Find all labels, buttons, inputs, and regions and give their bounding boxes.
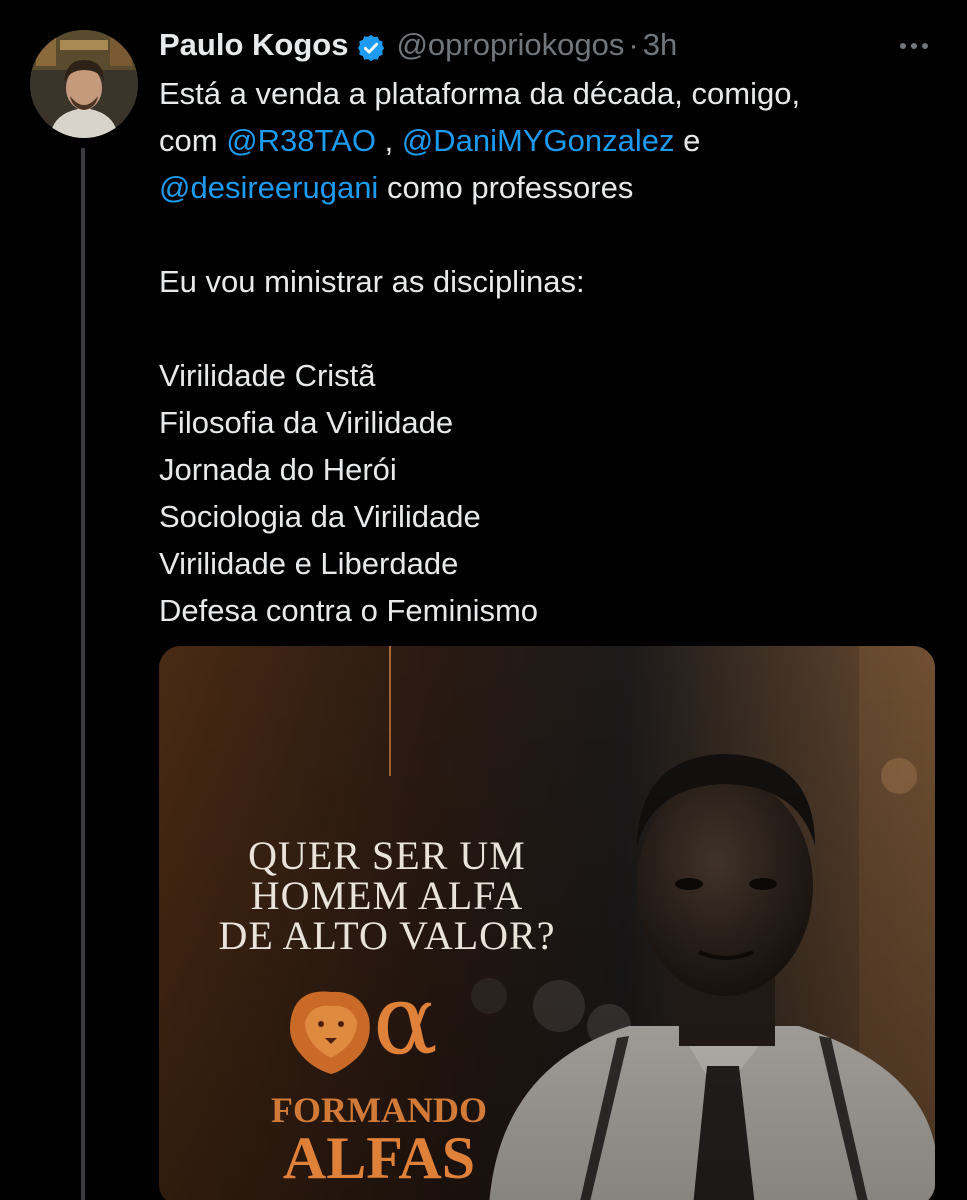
tweet-text-span: Sociologia da Virilidade xyxy=(159,499,481,534)
avatar-photo xyxy=(30,30,138,138)
display-name[interactable]: Paulo Kogos xyxy=(159,22,348,68)
tweet-header: Paulo Kogos @opropriokogos · 3h xyxy=(159,22,677,68)
tweet-text-span: Virilidade Cristã xyxy=(159,358,376,393)
tweet-text-line: Eu vou ministrar as disciplinas: xyxy=(159,258,949,305)
brand-name-bottom: ALFAS xyxy=(282,1125,476,1191)
more-options-icon[interactable] xyxy=(894,30,934,60)
tweet-text-line: Virilidade Cristã xyxy=(159,352,949,399)
tweet-text-line: @desireerugani como professores xyxy=(159,164,949,211)
tweet-text-line: Filosofia da Virilidade xyxy=(159,399,949,446)
mention-link[interactable]: @desireerugani xyxy=(159,170,378,205)
mention-link[interactable]: @DaniMYGonzalez xyxy=(402,123,675,158)
tweet-text-line: Sociologia da Virilidade xyxy=(159,493,949,540)
headline-line-2: Homem Alfa xyxy=(250,873,524,918)
tweet-text-line: Jornada do Herói xyxy=(159,446,949,493)
tweet-text-span: Está a venda a plataforma da década, com… xyxy=(159,76,801,111)
tweet-screenshot: Paulo Kogos @opropriokogos · 3h Está a v… xyxy=(0,0,967,1200)
tweet-text-line: Está a venda a plataforma da década, com… xyxy=(159,70,949,117)
separator-dot: · xyxy=(628,27,639,62)
tweet-text-span: e xyxy=(674,123,701,158)
promo-headline: Quer ser um Homem Alfa de alto valor? xyxy=(207,836,567,956)
tweet-text-line: com @R38TAO , @DaniMYGonzalez e xyxy=(159,117,949,164)
user-handle[interactable]: @opropriokogos xyxy=(396,22,624,68)
tweet-text-span: Jornada do Herói xyxy=(159,452,397,487)
tweet-text-span: Virilidade e Liberdade xyxy=(159,546,459,581)
brand-name-top: FORMANDO xyxy=(271,1090,487,1130)
timestamp[interactable]: 3h xyxy=(643,22,677,68)
tweet-text-line: Defesa contra o Feminismo xyxy=(159,587,949,634)
mention-link[interactable]: @R38TAO xyxy=(226,123,376,158)
tweet-text-span: com xyxy=(159,123,227,158)
headline-line-3: de alto valor? xyxy=(218,913,556,958)
alpha-symbol: α xyxy=(373,964,438,1076)
headline-line-1: Quer ser um xyxy=(248,833,526,878)
tweet-text-span: como professores xyxy=(378,170,634,205)
tweet-text-line: Virilidade e Liberdade xyxy=(159,540,949,587)
thread-line xyxy=(81,148,85,1200)
tweet-text-span: Filosofia da Virilidade xyxy=(159,405,454,440)
tweet-text-span: Defesa contra o Feminismo xyxy=(159,593,539,628)
verified-badge-icon xyxy=(356,30,386,62)
tweet-text-span: , xyxy=(375,123,402,158)
tweet-text-span: Eu vou ministrar as disciplinas: xyxy=(159,264,585,299)
avatar[interactable] xyxy=(30,30,138,138)
tweet-media-image[interactable]: Quer ser um Homem Alfa de alto valor? α … xyxy=(159,646,935,1200)
tweet-text: Está a venda a plataforma da década, com… xyxy=(159,70,949,634)
